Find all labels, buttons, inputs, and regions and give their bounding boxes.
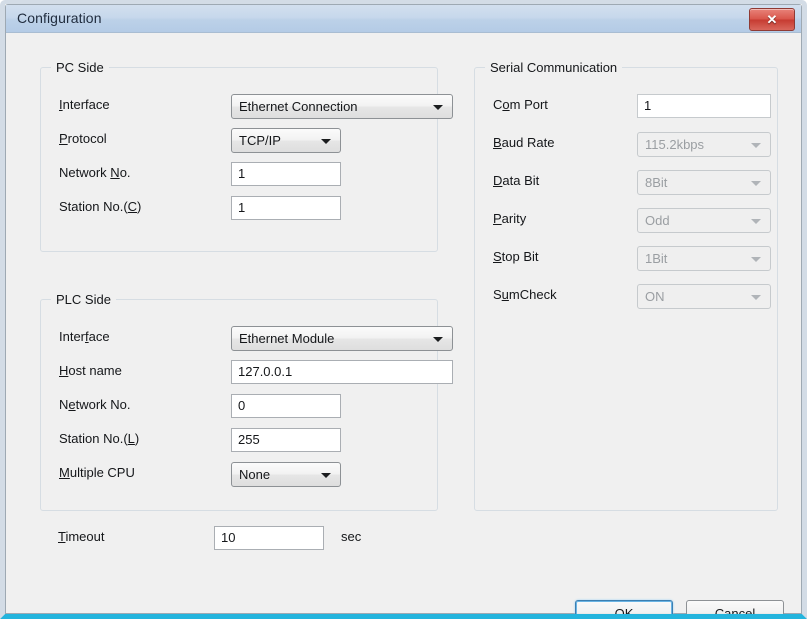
parity-row: Parity Odd — [493, 208, 773, 233]
pc-side-legend: PC Side — [51, 60, 109, 75]
sumcheck-row: SumCheck ON — [493, 284, 773, 309]
network-no-input[interactable]: 1 — [231, 162, 341, 186]
interface-label: Interface — [59, 329, 110, 344]
timeout-input[interactable]: 10 — [214, 526, 324, 550]
configuration-dialog: Configuration ✕ PC Side Interface Etherne… — [0, 0, 807, 619]
timeout-label: Timeout — [58, 529, 105, 544]
pc-side-group: PC Side Interface Ethernet Connection Prot… — [40, 60, 453, 252]
chevron-down-icon — [751, 218, 761, 224]
protocol-label: Protocol — [59, 131, 107, 146]
chevron-down-icon — [433, 336, 443, 342]
stop-bit-label: Stop Bit — [493, 249, 539, 264]
chevron-down-icon — [751, 256, 761, 262]
station-no-l-label: Station No.(L) — [59, 431, 140, 446]
multiple-cpu-row: Multiple CPU None — [59, 462, 419, 487]
stop-bit-row: Stop Bit 1Bit — [493, 246, 773, 271]
network-no-row: Network No. 1 — [59, 162, 419, 186]
station-no-l-row: Station No.(L) 255 — [59, 428, 419, 452]
parity-select: Odd — [637, 208, 771, 233]
baud-rate-label: Baud Rate — [493, 135, 555, 150]
interface-select[interactable]: Ethernet Module — [231, 326, 453, 351]
network-no-row: Network No. 0 — [59, 394, 419, 418]
sumcheck-label: SumCheck — [493, 287, 557, 302]
host-name-input[interactable]: 127.0.0.1 — [231, 360, 453, 384]
dialog-content: PC Side Interface Ethernet Connection Prot… — [6, 34, 801, 614]
protocol-row: Protocol TCP/IP — [59, 128, 419, 153]
com-port-row: Com Port 1 — [493, 94, 773, 118]
data-bit-label: Data Bit — [493, 173, 540, 188]
chevron-down-icon — [751, 294, 761, 300]
host-name-label: Host name — [59, 363, 122, 378]
chevron-down-icon — [433, 104, 443, 110]
baud-rate-row: Baud Rate 115.2kbps — [493, 132, 773, 157]
chevron-down-icon — [751, 180, 761, 186]
serial-communication-legend: Serial Communication — [485, 60, 623, 75]
parity-label: Parity — [493, 211, 527, 226]
station-no-c-row: Station No.(C) 1 — [59, 196, 419, 220]
station-no-c-input[interactable]: 1 — [231, 196, 341, 220]
interface-row: Interface Ethernet Module — [59, 326, 453, 351]
host-name-row: Host name 127.0.0.1 — [59, 360, 453, 384]
stop-bit-select: 1Bit — [637, 246, 771, 271]
interface-row: Interface Ethernet Connection — [59, 94, 453, 119]
sumcheck-select: ON — [637, 284, 771, 309]
station-no-l-input[interactable]: 255 — [231, 428, 341, 452]
station-no-c-label: Station No.(C) — [59, 199, 142, 214]
plc-side-group: PLC Side Interface Ethernet Module Host na… — [40, 292, 453, 511]
network-no-label: Network No. — [59, 165, 131, 180]
dialog-inner-frame: Configuration ✕ PC Side Interface Etherne… — [5, 4, 802, 614]
com-port-input: 1 — [637, 94, 771, 118]
plc-side-legend: PLC Side — [51, 292, 116, 307]
com-port-label: Com Port — [493, 97, 548, 112]
dialog-title: Configuration — [17, 10, 102, 26]
interface-select[interactable]: Ethernet Connection — [231, 94, 453, 119]
baud-rate-select: 115.2kbps — [637, 132, 771, 157]
network-no-input[interactable]: 0 — [231, 394, 341, 418]
chevron-down-icon — [751, 142, 761, 148]
multiple-cpu-select[interactable]: None — [231, 462, 341, 487]
multiple-cpu-label: Multiple CPU — [59, 465, 135, 480]
chevron-down-icon — [321, 472, 331, 478]
ok-button[interactable]: OK — [575, 600, 673, 614]
serial-communication-group: Serial Communication Com Port 1 Baud Rate 1… — [474, 60, 778, 511]
data-bit-row: Data Bit 8Bit — [493, 170, 773, 195]
cancel-button[interactable]: Cancel — [686, 600, 784, 614]
close-button[interactable]: ✕ — [749, 8, 795, 31]
network-no-label: Network No. — [59, 397, 131, 412]
data-bit-select: 8Bit — [637, 170, 771, 195]
interface-label: Interface — [59, 97, 110, 112]
title-bar: Configuration ✕ — [6, 5, 801, 33]
close-icon: ✕ — [766, 11, 778, 27]
timeout-row: Timeout 10 sec — [58, 526, 438, 550]
chevron-down-icon — [321, 138, 331, 144]
protocol-select[interactable]: TCP/IP — [231, 128, 341, 153]
timeout-unit: sec — [341, 529, 362, 544]
